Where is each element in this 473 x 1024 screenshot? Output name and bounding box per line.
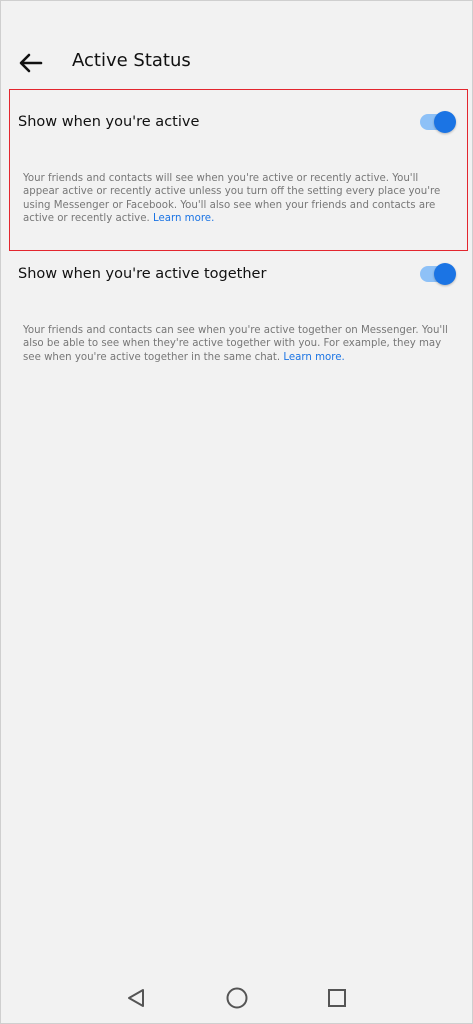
arrow-left-icon bbox=[19, 53, 43, 73]
toggle-knob bbox=[434, 111, 456, 133]
page-title: Active Status bbox=[72, 50, 191, 71]
nav-back-button[interactable] bbox=[122, 984, 150, 1012]
toggle-show-active[interactable] bbox=[418, 111, 456, 133]
back-button[interactable] bbox=[14, 48, 48, 78]
recents-square-icon bbox=[328, 989, 346, 1007]
nav-home-button[interactable] bbox=[223, 984, 251, 1012]
learn-more-link[interactable]: Learn more. bbox=[153, 213, 214, 224]
setting-description-show-active: Your friends and contacts will see when … bbox=[23, 172, 448, 226]
back-triangle-icon bbox=[128, 989, 144, 1007]
learn-more-link[interactable]: Learn more. bbox=[283, 352, 344, 363]
toggle-knob bbox=[434, 263, 456, 285]
description-text: Your friends and contacts can see when y… bbox=[23, 325, 448, 363]
nav-recents-button[interactable] bbox=[323, 984, 351, 1012]
description-text: Your friends and contacts will see when … bbox=[23, 173, 441, 225]
setting-label-show-active-together: Show when you're active together bbox=[18, 266, 267, 282]
app-header: Active Status bbox=[0, 40, 473, 86]
toggle-show-active-together[interactable] bbox=[418, 263, 456, 285]
system-navigation-bar bbox=[0, 972, 473, 1024]
home-circle-icon bbox=[226, 987, 248, 1009]
setting-description-show-active-together: Your friends and contacts can see when y… bbox=[23, 324, 448, 364]
setting-label-show-active: Show when you're active bbox=[18, 114, 200, 130]
